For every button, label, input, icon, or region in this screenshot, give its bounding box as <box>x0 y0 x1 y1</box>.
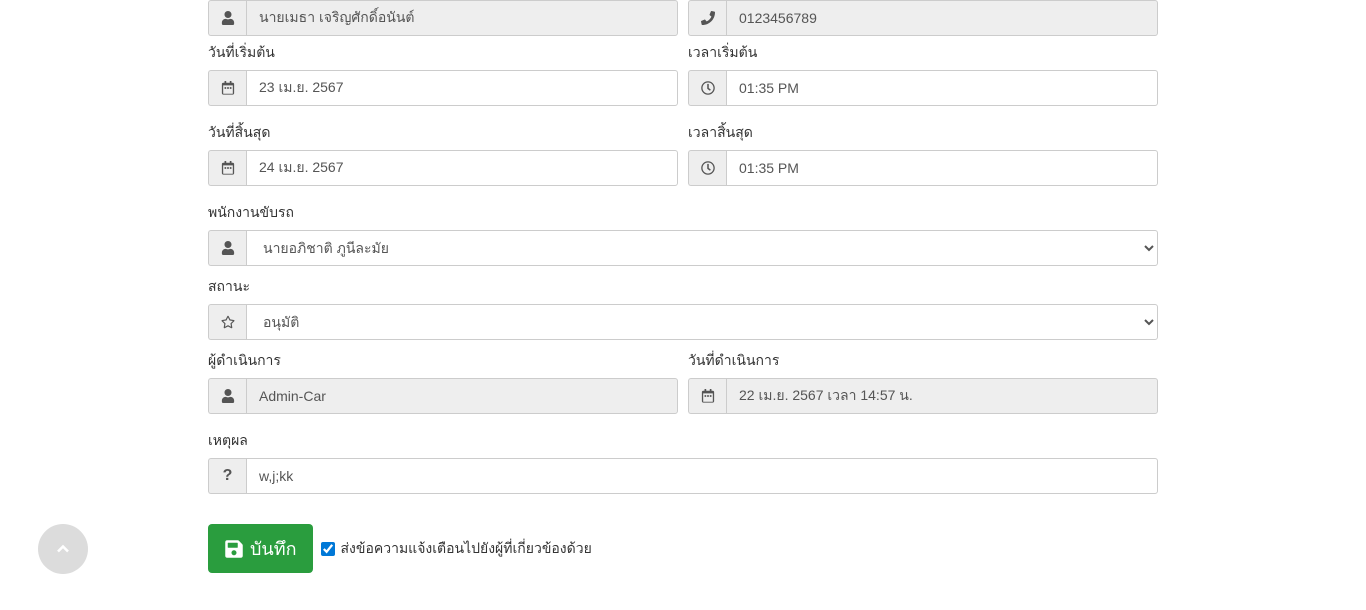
reason-input[interactable] <box>246 458 1158 494</box>
requester-phone-field <box>726 0 1158 36</box>
status-label: สถานะ <box>208 276 1158 298</box>
driver-label: พนักงานขับรถ <box>208 202 1158 224</box>
save-button[interactable]: บันทึก <box>208 524 313 573</box>
requester-name-group <box>208 0 678 36</box>
operator-row: ผู้ดำเนินการ วันที่ดำเนินการ <box>208 350 1158 424</box>
reason-block: เหตุผล ? <box>208 430 1158 494</box>
chevron-up-icon <box>53 539 73 559</box>
driver-block: พนักงานขับรถ นายอภิชาติ ภูนีละมัย <box>208 202 1158 266</box>
start-date-input[interactable] <box>246 70 678 106</box>
requester-name-field <box>246 0 678 36</box>
person-icon <box>208 0 246 36</box>
calendar-icon <box>208 70 246 106</box>
driver-select[interactable]: นายอภิชาติ ภูนีละมัย <box>246 230 1158 266</box>
end-date-label: วันที่สิ้นสุด <box>208 122 678 144</box>
person-icon <box>208 378 246 414</box>
calendar-icon <box>208 150 246 186</box>
save-icon <box>224 539 244 559</box>
actions-row: บันทึก ส่งข้อความแจ้งเตือนไปยังผู้ที่เกี… <box>208 524 1158 593</box>
star-icon <box>208 304 246 340</box>
start-date-label: วันที่เริ่มต้น <box>208 42 678 64</box>
phone-icon <box>688 0 726 36</box>
end-time-label: เวลาสิ้นสุด <box>688 122 1158 144</box>
requester-row <box>208 0 1158 36</box>
operator-label: ผู้ดำเนินการ <box>208 350 678 372</box>
notify-label: ส่งข้อความแจ้งเตือนไปยังผู้ที่เกี่ยวข้อง… <box>341 538 592 560</box>
person-icon <box>208 230 246 266</box>
reason-label: เหตุผล <box>208 430 1158 452</box>
start-row: วันที่เริ่มต้น เวลาเริ่มต้น <box>208 42 1158 116</box>
calendar-icon <box>688 378 726 414</box>
start-time-label: เวลาเริ่มต้น <box>688 42 1158 64</box>
clock-icon <box>688 70 726 106</box>
operator-field <box>246 378 678 414</box>
requester-phone-group <box>688 0 1158 36</box>
end-date-input[interactable] <box>246 150 678 186</box>
operation-date-field <box>726 378 1158 414</box>
question-icon: ? <box>208 458 246 494</box>
clock-icon <box>688 150 726 186</box>
status-select[interactable]: อนุมัติ <box>246 304 1158 340</box>
scroll-to-top-button[interactable] <box>38 524 88 574</box>
notify-checkbox-wrap[interactable]: ส่งข้อความแจ้งเตือนไปยังผู้ที่เกี่ยวข้อง… <box>321 538 592 560</box>
operation-date-label: วันที่ดำเนินการ <box>688 350 1158 372</box>
status-block: สถานะ อนุมัติ <box>208 276 1158 340</box>
save-button-label: บันทึก <box>250 534 297 563</box>
end-row: วันที่สิ้นสุด เวลาสิ้นสุด <box>208 122 1158 196</box>
form-container: วันที่เริ่มต้น เวลาเริ่มต้น วันที่สิ้นสุ… <box>198 0 1168 593</box>
end-time-input[interactable] <box>726 150 1158 186</box>
start-time-input[interactable] <box>726 70 1158 106</box>
notify-checkbox[interactable] <box>321 542 335 556</box>
